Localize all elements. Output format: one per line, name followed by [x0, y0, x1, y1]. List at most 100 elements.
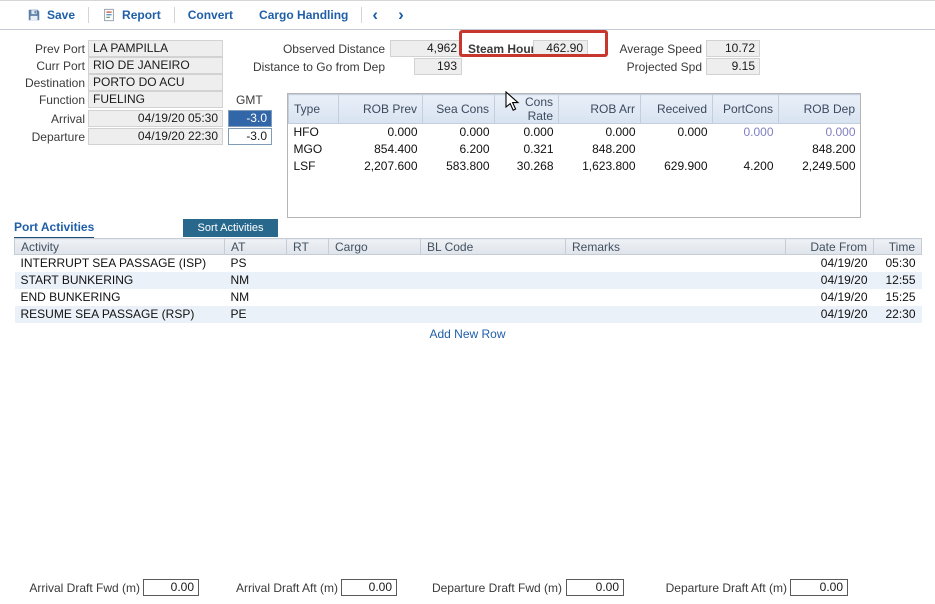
fuel-cell: HFO [289, 124, 339, 141]
act-cell [329, 255, 421, 272]
next-page-button[interactable]: › [388, 2, 414, 28]
fuel-cell: LSF [289, 158, 339, 175]
fuel-row-lsf[interactable]: LSF 2,207.600 583.800 30.268 1,623.800 6… [289, 158, 861, 175]
port-activities-screen: Save Report Convert Cargo Handling ‹ › P… [0, 0, 935, 604]
act-cell: 04/19/20 [786, 289, 874, 306]
act-cell [329, 306, 421, 323]
prev-port-field: LA PAMPILLA [88, 40, 223, 57]
act-cell: NM [225, 272, 287, 289]
save-button[interactable]: Save [14, 1, 88, 29]
fuel-cell: 0.000 [423, 124, 495, 141]
tab-port-activities[interactable]: Port Activities [14, 220, 94, 240]
arrival-draft-aft-input[interactable]: 0.00 [341, 579, 397, 596]
act-cell: 22:30 [874, 306, 922, 323]
report-label: Report [122, 8, 161, 22]
curr-port-label: Curr Port [0, 59, 85, 74]
act-cell [421, 306, 566, 323]
fuel-col-portcons: PortCons [713, 95, 779, 124]
act-cell [566, 289, 786, 306]
destination-label: Destination [0, 76, 85, 91]
average-speed-label: Average Speed [610, 42, 702, 57]
convert-label: Convert [188, 8, 233, 22]
save-label: Save [47, 8, 75, 22]
act-cell: 15:25 [874, 289, 922, 306]
act-cell: 05:30 [874, 255, 922, 272]
act-cell [329, 289, 421, 306]
act-cell [421, 255, 566, 272]
act-cell: START BUNKERING [15, 272, 225, 289]
fuel-col-received: Received [641, 95, 713, 124]
act-cell [566, 255, 786, 272]
act-cell [421, 272, 566, 289]
steam-hours-field: 462.90 [533, 40, 588, 57]
fuel-cell: 2,207.600 [339, 158, 423, 175]
fuel-row-hfo[interactable]: HFO 0.000 0.000 0.000 0.000 0.000 0.000 … [289, 124, 861, 141]
departure-draft-fwd-label: Departure Draft Fwd (m) [412, 581, 562, 596]
sort-activities-button[interactable]: Sort Activities [183, 219, 278, 237]
act-col-bl-code: BL Code [421, 239, 566, 255]
activity-row[interactable]: RESUME SEA PASSAGE (RSP) PE 04/19/20 22:… [15, 306, 922, 323]
cargo-handling-label: Cargo Handling [259, 8, 348, 22]
fuel-header-row: Type ROB Prev Sea Cons Cons Rate ROB Arr… [289, 95, 861, 124]
fuel-col-type: Type [289, 95, 339, 124]
fuel-cell-editable[interactable]: 0.000 [779, 124, 861, 141]
average-speed-field: 10.72 [706, 40, 760, 57]
fuel-col-rob-arr: ROB Arr [559, 95, 641, 124]
fuel-cell-editable[interactable]: 0.000 [713, 124, 779, 141]
act-col-activity: Activity [15, 239, 225, 255]
act-cell [329, 272, 421, 289]
fuel-cell: MGO [289, 141, 339, 158]
report-button[interactable]: Report [89, 1, 174, 29]
prev-port-label: Prev Port [0, 42, 85, 57]
arrival-field: 04/19/20 05:30 [88, 110, 223, 127]
act-cell: RESUME SEA PASSAGE (RSP) [15, 306, 225, 323]
fuel-cell: 0.000 [559, 124, 641, 141]
act-cell: PE [225, 306, 287, 323]
fuel-cell: 854.400 [339, 141, 423, 158]
function-field: FUELING [88, 91, 223, 108]
act-cell [421, 289, 566, 306]
fuel-col-cons-rate: Cons Rate [495, 95, 559, 124]
fuel-table: Type ROB Prev Sea Cons Cons Rate ROB Arr… [288, 94, 861, 175]
activity-row[interactable]: START BUNKERING NM 04/19/20 12:55 [15, 272, 922, 289]
arrival-draft-fwd-label: Arrival Draft Fwd (m) [0, 581, 140, 596]
act-cell [287, 272, 329, 289]
activity-row[interactable]: END BUNKERING NM 04/19/20 15:25 [15, 289, 922, 306]
destination-field: PORTO DO ACU [88, 74, 223, 91]
fuel-col-rob-dep: ROB Dep [779, 95, 861, 124]
add-new-row-link[interactable]: Add New Row [14, 327, 921, 341]
activities-table: Activity AT RT Cargo BL Code Remarks Dat… [14, 238, 922, 323]
prev-page-button[interactable]: ‹ [362, 2, 388, 28]
arrival-draft-fwd-input[interactable]: 0.00 [143, 579, 199, 596]
fuel-col-sea-cons: Sea Cons [423, 95, 495, 124]
convert-button[interactable]: Convert [175, 1, 246, 29]
fuel-cell: 30.268 [495, 158, 559, 175]
report-icon [102, 8, 116, 22]
fuel-cell [641, 141, 713, 158]
act-cell: PS [225, 255, 287, 272]
cargo-handling-button[interactable]: Cargo Handling [246, 1, 361, 29]
act-cell: 04/19/20 [786, 272, 874, 289]
observed-distance-label: Observed Distance [265, 42, 385, 57]
distance-to-go-field: 193 [414, 58, 462, 75]
projected-speed-label: Projected Spd [610, 60, 702, 75]
act-cell: NM [225, 289, 287, 306]
activities-header-row: Activity AT RT Cargo BL Code Remarks Dat… [15, 239, 922, 255]
curr-port-field: RIO DE JANEIRO [88, 57, 223, 74]
departure-draft-aft-label: Departure Draft Aft (m) [637, 581, 787, 596]
gmt-departure-input[interactable]: -3.0 [228, 128, 272, 145]
gmt-label: GMT [236, 93, 280, 108]
departure-field: 04/19/20 22:30 [88, 128, 223, 145]
gmt-arrival-input[interactable]: -3.0 [228, 110, 272, 127]
distance-to-go-label: Distance to Go from Dep [240, 60, 385, 75]
fuel-cell: 6.200 [423, 141, 495, 158]
act-cell: 04/19/20 [786, 255, 874, 272]
fuel-cell: 583.800 [423, 158, 495, 175]
fuel-cell: 848.200 [559, 141, 641, 158]
departure-draft-aft-input[interactable]: 0.00 [790, 579, 848, 596]
departure-draft-fwd-input[interactable]: 0.00 [566, 579, 624, 596]
fuel-cell: 1,623.800 [559, 158, 641, 175]
fuel-rob-panel: Type ROB Prev Sea Cons Cons Rate ROB Arr… [287, 93, 861, 218]
fuel-row-mgo[interactable]: MGO 854.400 6.200 0.321 848.200 848.200 [289, 141, 861, 158]
activity-row[interactable]: INTERRUPT SEA PASSAGE (ISP) PS 04/19/20 … [15, 255, 922, 272]
